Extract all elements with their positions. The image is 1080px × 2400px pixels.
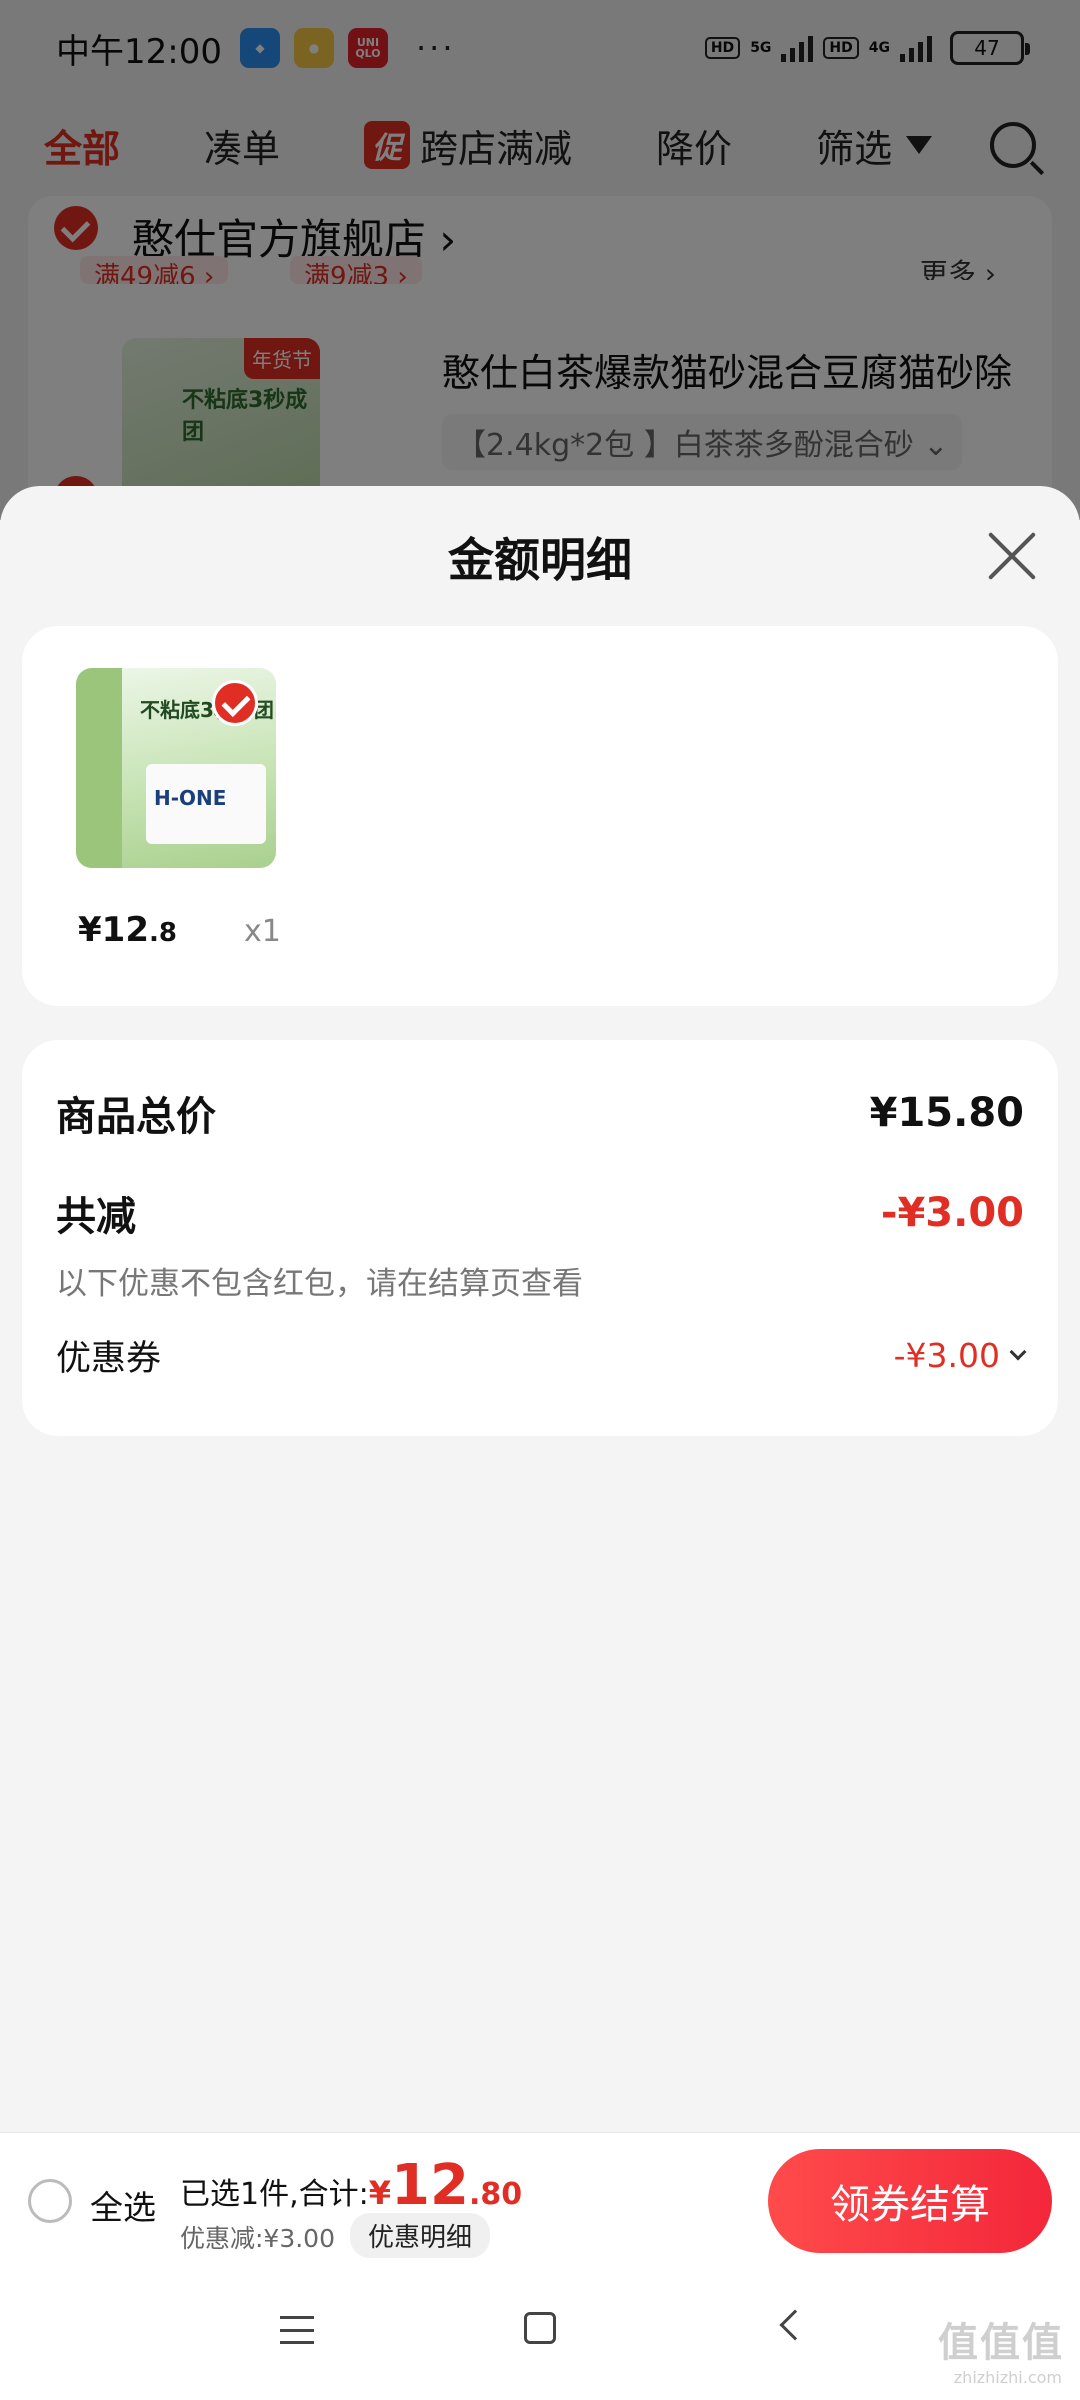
item-quantity: x1 <box>244 914 281 949</box>
price-summary-card: 商品总价 ¥15.80 共减 -¥3.00 以下优惠不包含红包，请在结算页查看 … <box>22 1040 1058 1436</box>
thumbnail-side-panel <box>76 668 122 868</box>
total-integer: 12 <box>391 2153 469 2218</box>
savings-text: 优惠减:¥3.00 <box>180 2224 335 2253</box>
discount-detail-button[interactable]: 优惠明细 <box>350 2213 491 2258</box>
thumbnail-brand: H-ONE <box>154 786 227 810</box>
checkout-button[interactable]: 领券结算 <box>768 2149 1052 2253</box>
system-nav-bar: 值值值 zhizhizhi.com <box>0 2268 1080 2400</box>
selected-check-icon <box>212 680 258 726</box>
recent-apps-icon[interactable] <box>280 2316 314 2344</box>
selected-count-text: 已选1件,合计: <box>180 2177 369 2212</box>
total-currency: ¥ <box>368 2174 391 2212</box>
back-icon[interactable] <box>779 2309 811 2341</box>
selected-total-line: 已选1件,合计: ¥ 12 .80 <box>180 2153 522 2218</box>
discount-label: 共减 <box>56 1194 136 1240</box>
close-icon[interactable] <box>986 530 1038 582</box>
amount-detail-sheet: 金额明细 不粘底3秒成团 H-ONE ¥12.8 x1 商品总价 ¥15.80 … <box>0 486 1080 2132</box>
total-row: 商品总价 ¥15.80 <box>56 1084 1024 1142</box>
coupon-value: -¥3.00 <box>893 1336 1000 1375</box>
total-decimal: .80 <box>468 2177 523 2212</box>
item-price-dec: .8 <box>148 918 177 948</box>
sheet-title: 金额明细 <box>448 533 632 587</box>
discount-row: 共减 -¥3.00 <box>56 1184 1024 1242</box>
coupon-label: 优惠券 <box>56 1339 162 1379</box>
item-price-int: ¥12 <box>78 910 149 950</box>
total-label: 商品总价 <box>56 1094 216 1140</box>
total-value: ¥15.80 <box>869 1090 1024 1136</box>
coupon-value-toggle[interactable]: -¥3.00 <box>893 1336 1027 1375</box>
select-all-checkbox[interactable] <box>28 2179 72 2223</box>
discount-value: -¥3.00 <box>880 1190 1024 1236</box>
coupon-row[interactable]: 优惠券 -¥3.00 <box>56 1330 1027 1381</box>
watermark-url: zhizhizhi.com <box>953 2368 1062 2387</box>
chevron-down-icon <box>1009 1343 1027 1360</box>
item-price: ¥12.8 <box>78 910 177 950</box>
watermark-logo: 值值值 <box>938 2320 1064 2366</box>
home-icon[interactable] <box>524 2312 556 2344</box>
select-all-label[interactable]: 全选 <box>90 2181 156 2229</box>
discount-note: 以下优惠不包含红包，请在结算页查看 <box>56 1266 583 1302</box>
modal-overlay[interactable] <box>0 0 1080 520</box>
selected-items-card: 不粘底3秒成团 H-ONE ¥12.8 x1 <box>22 626 1058 1006</box>
checkout-bar: 全选 已选1件,合计: ¥ 12 .80 优惠减:¥3.00 优惠明细 领券结算 <box>0 2132 1080 2268</box>
